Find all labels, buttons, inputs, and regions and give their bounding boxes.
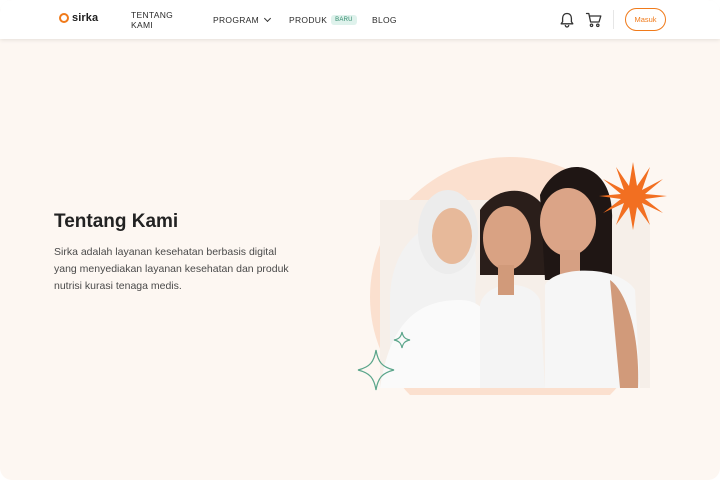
logo[interactable]: sirka bbox=[59, 12, 98, 24]
header-divider bbox=[613, 10, 614, 29]
logo-text: sirka bbox=[72, 12, 99, 24]
chevron-down-icon bbox=[263, 14, 272, 22]
cart-icon[interactable] bbox=[585, 11, 603, 29]
login-button[interactable]: Masuk bbox=[625, 8, 666, 31]
nav-item-program[interactable]: PROGRAM bbox=[213, 14, 272, 25]
page: sirka TENTANG KAMI PROGRAM PRODUK BARU B… bbox=[0, 0, 720, 480]
hero-illustration bbox=[350, 150, 670, 437]
nav-item-blog[interactable]: BLOG bbox=[372, 15, 397, 25]
bell-icon[interactable] bbox=[558, 11, 576, 29]
nav-item-label: PROGRAM bbox=[213, 14, 260, 25]
site-header: sirka TENTANG KAMI PROGRAM PRODUK BARU B… bbox=[0, 0, 720, 39]
new-badge: BARU bbox=[331, 14, 357, 25]
nav-item-label: PRODUK bbox=[289, 14, 328, 25]
page-title: Tentang Kami bbox=[54, 211, 179, 232]
logo-mark-icon bbox=[59, 13, 69, 23]
page-description: Sirka adalah layanan kesehatan berbasis … bbox=[54, 246, 289, 292]
nav-item-tentang-kami[interactable]: TENTANG KAMI bbox=[131, 10, 173, 30]
nav-item-produk[interactable]: PRODUK BARU bbox=[289, 14, 357, 25]
nav-item-label: TENTANG KAMI bbox=[131, 9, 174, 30]
nav-item-label: BLOG bbox=[372, 14, 397, 25]
